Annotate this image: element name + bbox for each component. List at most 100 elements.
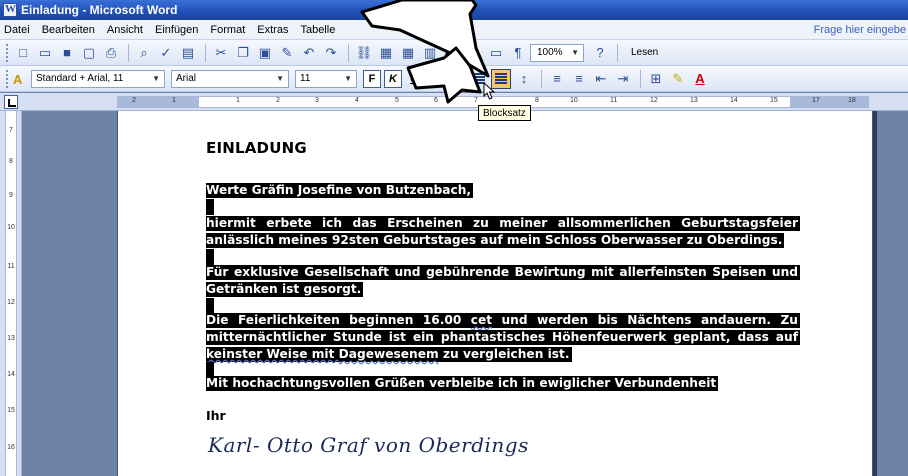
document-page[interactable]: EINLADUNG Werte Gräfin Josefine von Butz… (117, 111, 873, 476)
styles-pane-icon[interactable]: A (13, 72, 27, 87)
font-size-combo[interactable]: 11 ▼ (295, 69, 357, 88)
closing-text: Mit hochachtungsvollen Grüßen verbleibe … (206, 376, 719, 391)
toolbar-grip[interactable] (6, 69, 9, 88)
numbering-icon[interactable]: ≡ (547, 69, 567, 89)
save-icon[interactable]: ■ (57, 43, 77, 63)
ruler-label: 3 (315, 97, 319, 104)
paragraph-schedule[interactable]: Die Feierlichkeiten beginnen 16.00 cet u… (206, 312, 800, 363)
hyperlink-icon[interactable]: ⛓ (354, 43, 374, 63)
redo-icon[interactable]: ↷ (321, 43, 341, 63)
schedule-text-part: zu vergleichen ist. (438, 347, 570, 361)
menu-einfuegen[interactable]: Einfügen (155, 24, 198, 36)
schedule-text-part: keinster Weise mit (206, 347, 339, 361)
line-spacing-icon[interactable]: ↕ (514, 69, 534, 89)
bold-button[interactable]: F (363, 69, 381, 88)
toolbar-separator (128, 43, 129, 62)
ruler-label: 1 (172, 97, 176, 104)
tables-borders-icon[interactable]: ▦ (376, 43, 396, 63)
menu-extras[interactable]: Extras (257, 24, 288, 36)
chevron-down-icon: ▼ (152, 74, 160, 83)
bullets-icon[interactable]: ≡ (569, 69, 589, 89)
document-area: EINLADUNG Werte Gräfin Josefine von Butz… (22, 111, 908, 476)
chevron-down-icon: ▼ (344, 74, 352, 83)
insert-table-icon[interactable]: ▦ (398, 43, 418, 63)
toolbar-grip[interactable] (6, 43, 9, 62)
highlight-icon[interactable]: ✎ (668, 69, 688, 89)
document-map-icon[interactable]: ▭ (486, 43, 506, 63)
chevron-down-icon: ▼ (571, 48, 579, 57)
schedule-text-part: Die Feierlichkeiten beginnen 16.00 (206, 313, 471, 327)
increase-indent-icon[interactable]: ⇥ (613, 69, 633, 89)
style-value: Standard + Arial, 11 (36, 73, 124, 84)
ruler-label: 17 (812, 97, 820, 104)
help-search-input[interactable]: Frage hier eingebe (814, 24, 906, 36)
greeting-paragraph[interactable]: Werte Gräfin Josefine von Butzenbach, (206, 182, 800, 199)
ruler-label: 2 (132, 97, 136, 104)
spelling-icon[interactable]: ✓ (156, 43, 176, 63)
menu-format[interactable]: Format (210, 24, 245, 36)
vruler-label: 15 (7, 407, 15, 414)
underline-button[interactable]: U (405, 70, 423, 88)
style-combo[interactable]: Standard + Arial, 11 ▼ (31, 69, 165, 88)
vruler-label: 10 (7, 224, 15, 231)
help-icon[interactable]: ? (590, 43, 610, 63)
font-color-icon[interactable]: A (690, 69, 710, 89)
ruler-label: 13 (690, 97, 698, 104)
research-icon[interactable]: ▤ (178, 43, 198, 63)
menu-datei[interactable]: Datei (4, 24, 30, 36)
font-combo[interactable]: Arial ▼ (171, 69, 289, 88)
format-painter-icon[interactable]: ✎ (277, 43, 297, 63)
toolbar-separator (348, 43, 349, 62)
toolbar-separator (617, 43, 618, 62)
menu-tabelle[interactable]: Tabelle (300, 24, 335, 36)
cut-icon[interactable]: ✂ (211, 43, 231, 63)
decrease-indent-icon[interactable]: ⇤ (591, 69, 611, 89)
ruler-label: 11 (610, 97, 618, 104)
new-document-icon[interactable]: □ (13, 43, 33, 63)
ruler-label: 5 (395, 97, 399, 104)
font-value: Arial (176, 73, 197, 84)
title-bar: Einladung - Microsoft Word (0, 0, 908, 20)
ihr-text: Ihr (206, 408, 226, 423)
paragraph-catering[interactable]: Für exklusive Gesellschaft und gebührend… (206, 264, 800, 298)
undo-icon[interactable]: ↶ (299, 43, 319, 63)
zoom-combo[interactable]: 100% ▼ (530, 43, 584, 62)
copy-icon[interactable]: ❐ (233, 43, 253, 63)
paragraph-closing[interactable]: Mit hochachtungsvollen Grüßen verbleibe … (206, 375, 800, 392)
open-folder-icon[interactable]: ▭ (35, 43, 55, 63)
paragraph-invitation-text: hiermit erbete ich das Erscheinen zu mei… (206, 216, 800, 248)
selected-empty-line (206, 249, 214, 265)
ruler-label: 15 (770, 97, 778, 104)
paste-icon[interactable]: ▣ (255, 43, 275, 63)
permission-icon[interactable]: ▢ (79, 43, 99, 63)
formatting-toolbar: A Standard + Arial, 11 ▼ Arial ▼ 11 ▼ F … (0, 66, 908, 92)
menu-ansicht[interactable]: Ansicht (107, 24, 143, 36)
paragraph-schedule-text: Die Feierlichkeiten beginnen 16.00 cet u… (206, 313, 800, 362)
signature-text: Karl- Otto Graf von Oberdings (208, 433, 529, 457)
vertical-ruler-track[interactable] (5, 111, 17, 476)
font-size-value: 11 (300, 73, 311, 84)
vruler-label: 7 (9, 127, 13, 134)
standard-toolbar: □ ▭ ■ ▢ ⎙ ⌕ ✓ ▤ ✂ ❐ ▣ ✎ ↶ ↷ ⛓ ▦ ▦ ▥ ▤ ◈ … (0, 40, 908, 66)
paragraph-invitation[interactable]: hiermit erbete ich das Erscheinen zu mei… (206, 215, 800, 249)
insert-excel-icon[interactable]: ▥ (420, 43, 440, 63)
print-icon[interactable]: ⎙ (101, 43, 121, 63)
ruler-label: 14 (730, 97, 738, 104)
ruler-label: 1 (236, 97, 240, 104)
word-app-icon[interactable] (3, 3, 17, 17)
horizontal-ruler: 2 1 1 2 3 4 5 6 7 8 10 11 12 13 14 15 17… (0, 93, 908, 111)
show-hide-icon[interactable]: ¶ (508, 43, 528, 63)
columns-icon[interactable]: ▤ (442, 43, 462, 63)
justify-tooltip: Blocksatz (478, 105, 531, 121)
align-center-icon[interactable] (455, 72, 467, 85)
read-button[interactable]: Lesen (627, 45, 662, 60)
tab-selector-icon[interactable] (4, 95, 18, 109)
italic-button[interactable]: K (384, 69, 402, 88)
vruler-label: 11 (7, 263, 15, 270)
print-preview-icon[interactable]: ⌕ (134, 43, 154, 63)
borders-icon[interactable]: ⊞ (646, 69, 666, 89)
menu-bearbeiten[interactable]: Bearbeiten (42, 24, 95, 36)
drawing-icon[interactable]: ◈ (464, 43, 484, 63)
window-title: Einladung - Microsoft Word (21, 3, 178, 17)
align-left-icon[interactable] (437, 72, 449, 85)
